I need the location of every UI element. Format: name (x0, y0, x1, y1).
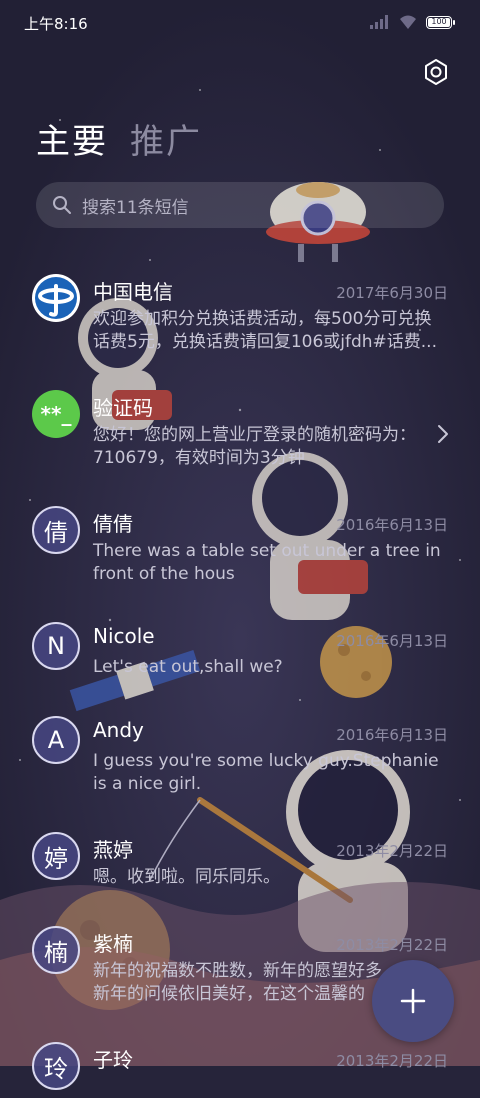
contact-name: Andy (93, 718, 144, 742)
message-date: 2016年6月13日 (336, 632, 448, 650)
avatar: A (32, 716, 80, 764)
avatar (32, 274, 80, 322)
avatar-initial: A (47, 726, 65, 754)
battery-level: 100 (431, 16, 447, 26)
signal-icon (370, 15, 388, 29)
snippet-line: I guess you're some lucky guy.Stephanie (93, 751, 439, 771)
avatar-initial: 玲 (44, 1054, 68, 1083)
avatar: N (32, 622, 80, 670)
message-snippet: I guess you're some lucky guy.Stephanie … (93, 750, 453, 796)
avatar-initial: N (47, 632, 65, 660)
snippet-line: front of the hous (93, 564, 235, 584)
message-snippet: 您好！您的网上营业厅登录的随机密码为： 710679，有效时间为3分钟 (93, 424, 433, 470)
snippet-line: There was a table set out under a tree i… (93, 541, 441, 561)
snippet-line: 新年的祝福数不胜数，新年的愿望好多 (93, 961, 382, 981)
chevron-right-icon[interactable] (436, 424, 450, 444)
snippet-line: 新年的问候依旧美好，在这个温馨的 (93, 984, 365, 1004)
message-date: 2013年2月22日 (336, 1052, 448, 1070)
message-date: 2016年6月13日 (336, 516, 448, 534)
message-snippet: Let's eat out,shall we? (93, 656, 453, 679)
contact-name: 验证码 (93, 396, 153, 420)
snippet-line: 您好！您的网上营业厅登录的随机密码为： (93, 425, 416, 445)
tab-promotions[interactable]: 推广 (130, 114, 202, 163)
conversation-row[interactable]: 倩 倩倩 2016年6月13日 There was a table set ou… (0, 502, 480, 602)
conversation-row[interactable]: N Nicole 2016年6月13日 Let's eat out,shall … (0, 618, 480, 698)
tab-bar: 主要 推广 (36, 114, 202, 163)
message-date: 2016年6月13日 (336, 726, 448, 744)
tab-main[interactable]: 主要 (36, 114, 108, 163)
conversation-row[interactable]: A Andy 2016年6月13日 I guess you're some lu… (0, 712, 480, 812)
contact-name: 子玲 (93, 1048, 133, 1072)
avatar-initial: 婷 (44, 844, 68, 873)
message-snippet: 新年的祝福数不胜数，新年的愿望好多 新年的问候依旧美好，在这个温馨的 (93, 960, 383, 1006)
avatar: 玲 (32, 1042, 80, 1090)
contact-name: 燕婷 (93, 838, 133, 862)
conversation-row[interactable]: 婷 燕婷 2013年2月22日 嗯。收到啦。同乐同乐。 (0, 828, 480, 908)
plus-icon (400, 988, 426, 1014)
avatar: 婷 (32, 832, 80, 880)
gear-icon (425, 59, 447, 85)
snippet-line: 话费5元，兑换话费请回复106或jfdh#话费... (93, 332, 437, 352)
conversation-row[interactable]: 玲 子玲 2013年2月22日 (0, 1038, 480, 1098)
search-placeholder: 搜索11条短信 (82, 197, 189, 218)
message-snippet: There was a table set out under a tree i… (93, 540, 453, 586)
snippet-line: Let's eat out,shall we? (93, 657, 283, 677)
settings-button[interactable] (422, 58, 450, 86)
search-icon (53, 196, 71, 214)
status-time: 上午8:16 (24, 15, 88, 33)
telecom-logo-icon (35, 277, 77, 319)
snippet-line: 嗯。收到啦。同乐同乐。 (93, 867, 280, 887)
message-snippet: 欢迎参加积分兑换话费活动，每500分可兑换 话费5元，兑换话费请回复106或jf… (93, 308, 453, 354)
avatar: 倩 (32, 506, 80, 554)
contact-name: 中国电信 (93, 280, 173, 304)
message-date: 2013年2月22日 (336, 936, 448, 954)
snippet-line: 710679，有效时间为3分钟 (93, 448, 305, 468)
avatar-initial: 倩 (44, 518, 68, 547)
battery-icon: 100 (426, 15, 455, 29)
snippet-line: 欢迎参加积分兑换话费活动，每500分可兑换 (93, 309, 432, 329)
new-message-button[interactable] (372, 960, 454, 1042)
message-snippet: 嗯。收到啦。同乐同乐。 (93, 866, 453, 889)
avatar: **_ (32, 390, 80, 438)
avatar-initial: 楠 (44, 938, 68, 967)
conversation-row[interactable]: **_ 验证码 您好！您的网上营业厅登录的随机密码为： 710679，有效时间为… (0, 386, 480, 486)
message-date: 2013年2月22日 (336, 842, 448, 860)
contact-name: Nicole (93, 624, 155, 648)
status-icons: 100 (370, 14, 455, 30)
status-bar: 上午8:16 100 (0, 0, 480, 46)
wifi-icon (400, 15, 416, 29)
snippet-line: is a nice girl. (93, 774, 202, 794)
message-date: 2017年6月30日 (336, 284, 448, 302)
conversation-row[interactable]: 中国电信 2017年6月30日 欢迎参加积分兑换话费活动，每500分可兑换 话费… (0, 270, 480, 370)
avatar-initial: **_ (40, 402, 72, 426)
search-bar[interactable]: 搜索11条短信 (36, 182, 444, 228)
contact-name: 倩倩 (93, 512, 133, 536)
contact-name: 紫楠 (93, 932, 133, 956)
avatar: 楠 (32, 926, 80, 974)
